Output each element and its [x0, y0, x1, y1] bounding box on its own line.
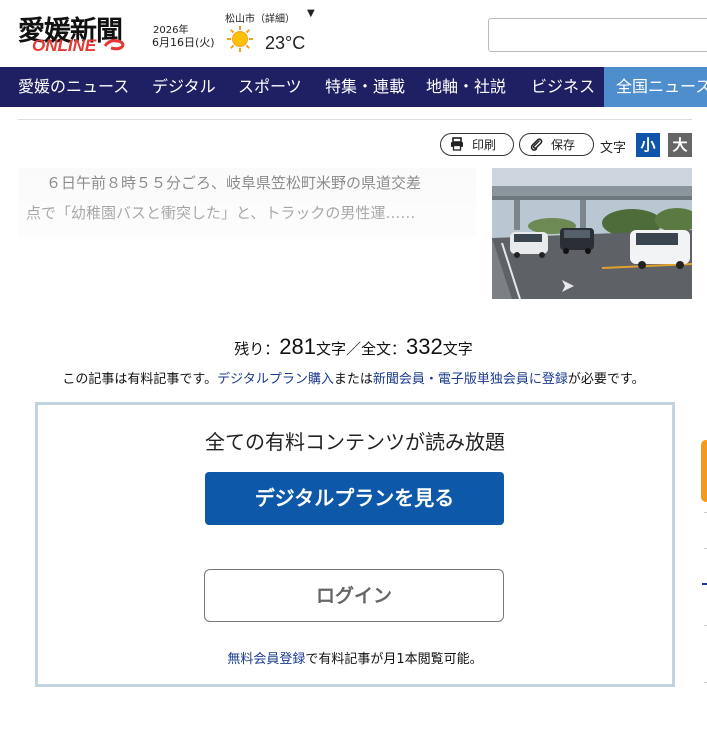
main-nav: 愛媛のニュース デジタル スポーツ 特集・連載 地軸・社説 ビジネス 全国ニュー…: [0, 67, 707, 107]
view-digital-plan-button[interactable]: デジタルプランを見る: [205, 472, 504, 525]
text-size-small-button[interactable]: 小: [636, 133, 660, 157]
nav-national-news[interactable]: 全国ニュース: [604, 67, 707, 107]
notice-text-2: または: [333, 372, 373, 387]
free-register-link[interactable]: 無料会員登録: [227, 652, 305, 667]
paperclip-icon: [530, 138, 543, 151]
print-button[interactable]: 印刷: [440, 133, 514, 156]
nav-features[interactable]: 特集・連載: [325, 67, 405, 107]
side-marker: [702, 583, 707, 585]
logo-swirl-icon: [104, 39, 125, 51]
paywall-title: 全ての有料コンテンツが読み放題: [205, 430, 505, 454]
remain-count: 281: [279, 334, 316, 359]
lead-line-1: ６日午前８時５５分ごろ、岐阜県笠松町米野の県道交差: [46, 174, 422, 192]
text-size-large-button[interactable]: 大: [668, 133, 692, 157]
total-count: 332: [406, 334, 443, 359]
article-lead: ６日午前８時５５分ごろ、岐阜県笠松町米野の県道交差 点で「幼稚園バスと衝突した」…: [18, 168, 476, 238]
login-button[interactable]: ログイン: [204, 569, 504, 622]
print-label: 印刷: [472, 138, 497, 152]
site-logo-online[interactable]: ONLINE: [32, 36, 96, 56]
divider: [18, 119, 692, 120]
save-button[interactable]: 保存: [519, 133, 594, 156]
text-size-label: 文字: [600, 141, 627, 156]
nav-ehime-news[interactable]: 愛媛のニュース: [18, 67, 129, 107]
article-photo[interactable]: [492, 168, 692, 299]
nav-sports[interactable]: スポーツ: [238, 67, 302, 107]
date-day: 6月16日(火): [152, 36, 215, 49]
member-register-link[interactable]: 新聞会員・電子版単独会員に登録: [373, 372, 568, 387]
nav-digital[interactable]: デジタル: [152, 67, 216, 107]
printer-icon: [451, 137, 463, 151]
lead-line-2: 点で「幼稚園バスと衝突した」と、トラックの男性運……: [26, 204, 416, 222]
free-register-text: で有料記事が月1本閲覧可能。: [305, 652, 483, 667]
remaining-chars: 残り：281文字／全文：332文字: [0, 334, 707, 360]
free-register-note: 無料会員登録で有料記事が月1本閲覧可能。: [38, 648, 672, 667]
paywall-box: 全ての有料コンテンツが読み放題 デジタルプランを見る ログイン 無料会員登録で有…: [35, 402, 675, 687]
sun-icon: [227, 26, 253, 52]
nav-editorials[interactable]: 地軸・社説: [426, 67, 506, 107]
notice-text-1: この記事は有料記事です。: [62, 372, 218, 387]
temperature: 23°C: [265, 33, 306, 53]
save-label: 保存: [551, 138, 576, 152]
remain-suffix: 文字: [442, 340, 473, 358]
side-tab[interactable]: [701, 440, 707, 502]
paywall-notice: この記事は有料記事です。デジタルプラン購入または新聞会員・電子版単独会員に登録が…: [0, 368, 707, 387]
site-header: 愛媛新聞 ONLINE 2026年 6月16日(火) 松山市（詳細） ▼ 23°…: [0, 0, 707, 67]
remain-mid: 文字／全文：: [315, 340, 406, 358]
search-input[interactable]: [488, 18, 707, 52]
city-dropdown-icon[interactable]: ▼: [307, 8, 315, 19]
nav-business[interactable]: ビジネス: [531, 67, 595, 107]
notice-text-3: が必要です。: [567, 372, 645, 387]
digital-plan-purchase-link[interactable]: デジタルプラン購入: [217, 372, 334, 387]
weather-city-link[interactable]: 松山市（詳細）: [225, 10, 295, 25]
remain-prefix: 残り：: [234, 340, 280, 358]
